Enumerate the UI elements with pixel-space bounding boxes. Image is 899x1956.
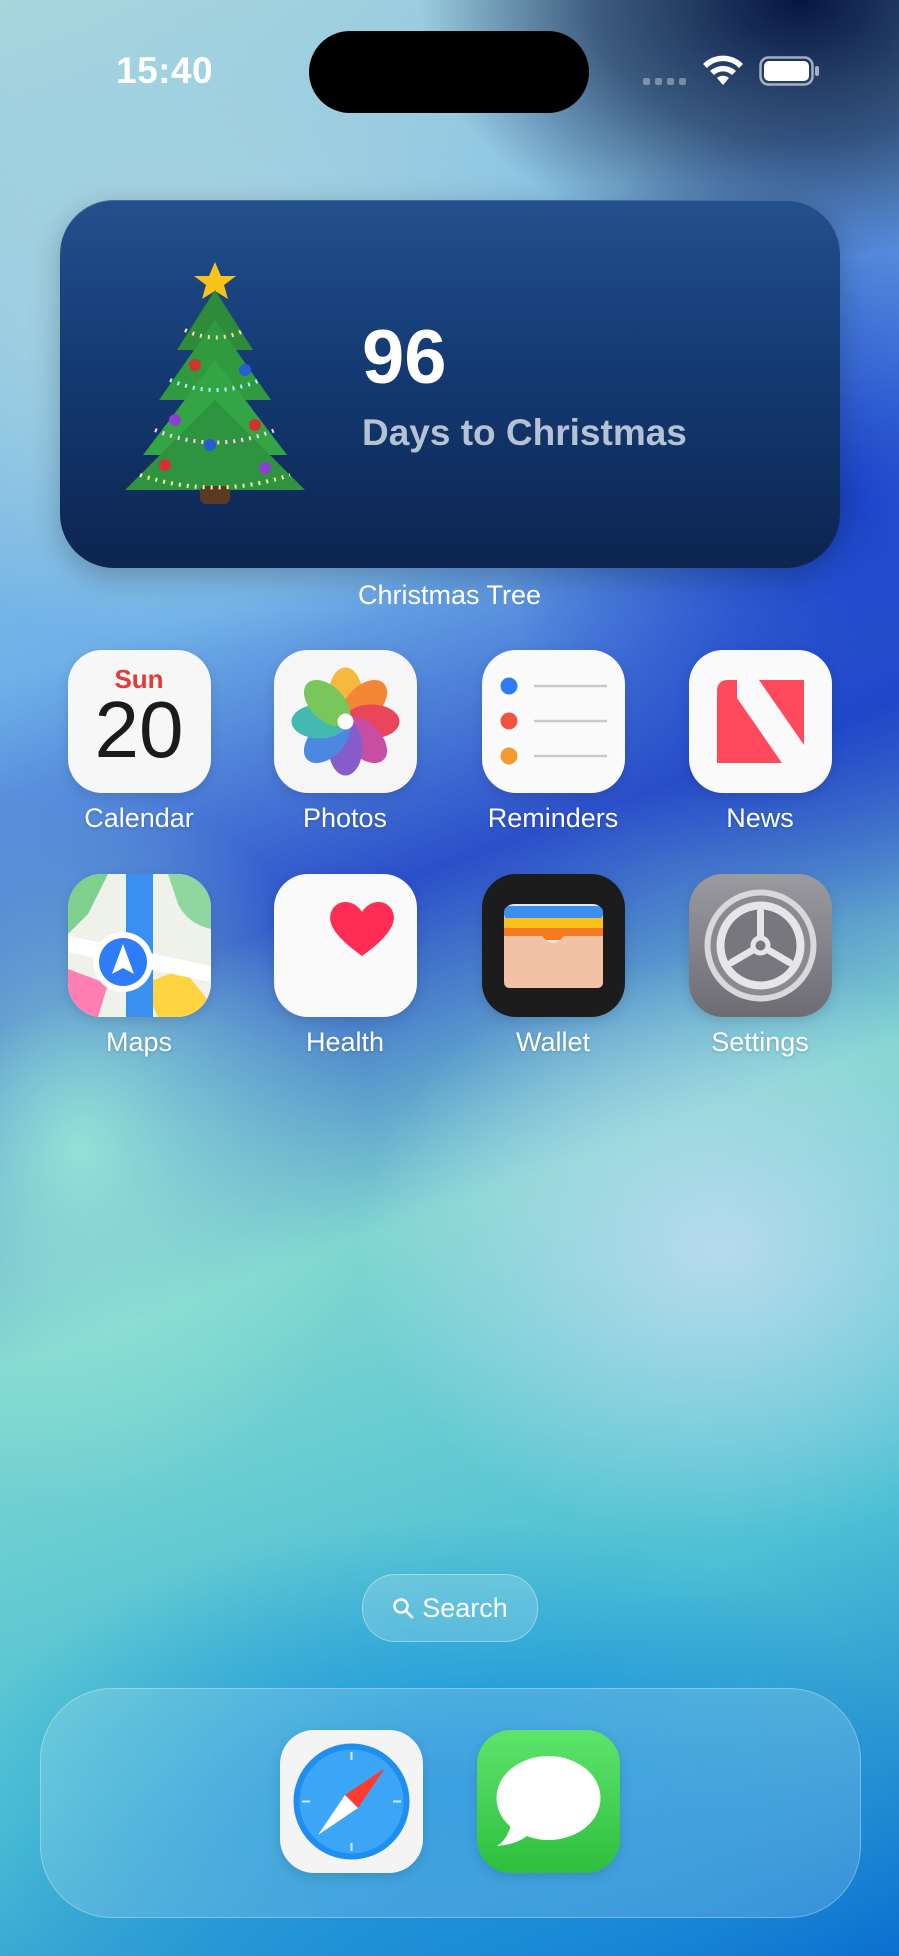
- wallet-icon: [481, 874, 625, 1017]
- app-news[interactable]: News: [670, 650, 850, 834]
- app-reminders[interactable]: Reminders: [463, 650, 643, 834]
- app-label: Calendar: [84, 803, 194, 833]
- app-label: Settings: [711, 1027, 809, 1057]
- days-label: Days to Christmas: [362, 412, 687, 453]
- battery-icon: [759, 56, 819, 86]
- safari-icon: [279, 1730, 423, 1873]
- reminders-icon: [481, 650, 625, 793]
- app-label: News: [726, 803, 794, 833]
- wifi-icon: [703, 55, 743, 85]
- dock-app-safari[interactable]: [261, 1730, 441, 1873]
- health-icon: [273, 874, 417, 1017]
- app-health[interactable]: Health: [255, 874, 435, 1058]
- widget-caption: Christmas Tree: [357, 580, 542, 610]
- app-label: Maps: [105, 1027, 173, 1057]
- calendar-date: 20: [94, 685, 184, 774]
- search-button[interactable]: Search: [362, 1574, 538, 1642]
- app-calendar[interactable]: Sun 20 Calendar: [49, 650, 229, 834]
- messages-icon: [476, 1730, 620, 1873]
- dock-app-messages[interactable]: [458, 1730, 638, 1873]
- search-icon: [393, 1598, 414, 1619]
- cellular-signal-icon: [643, 78, 686, 85]
- dock: [40, 1688, 861, 1918]
- app-label: Health: [305, 1027, 385, 1057]
- app-label: Reminders: [487, 803, 619, 833]
- calendar-icon: Sun 20: [67, 650, 211, 793]
- christmas-countdown-widget[interactable]: 96 Days to Christmas: [60, 200, 840, 568]
- settings-icon: [688, 874, 832, 1017]
- christmas-tree-icon: [125, 262, 305, 504]
- app-photos[interactable]: Photos: [255, 650, 435, 834]
- status-time: 15:40: [116, 50, 214, 91]
- app-settings[interactable]: Settings: [670, 874, 850, 1058]
- app-label: Photos: [302, 803, 388, 833]
- days-count: 96: [362, 315, 447, 400]
- app-label: Wallet: [515, 1027, 590, 1057]
- photos-icon: [273, 650, 417, 793]
- search-label: Search: [422, 1592, 508, 1623]
- news-icon: [688, 650, 832, 793]
- maps-icon: [67, 874, 211, 1017]
- dynamic-island: [309, 31, 589, 113]
- app-maps[interactable]: Maps: [49, 874, 229, 1058]
- app-wallet[interactable]: Wallet: [463, 874, 643, 1058]
